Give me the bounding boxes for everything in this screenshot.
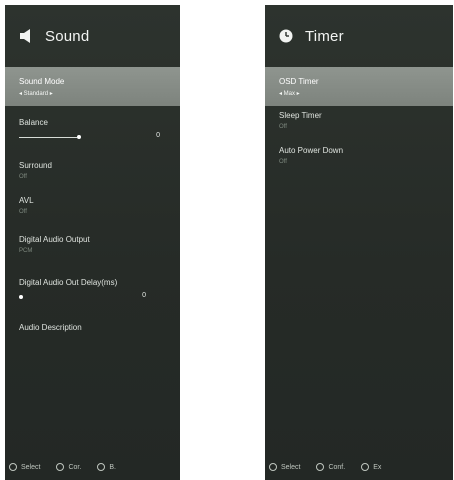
avl-value: Off [19,209,27,215]
back-icon [97,463,106,471]
timer-footer: Select Conf. Ex [265,458,453,476]
balance-label: Balance [19,118,48,127]
sound-header: Sound [5,5,180,67]
select-icon [269,463,277,471]
surround-label: Surround [19,161,52,170]
sound-menu-panel: Sound Sound Mode ◂ Standard ▸ Balance 0 … [5,5,180,480]
osd-timer-value: ◂ Max ▸ [279,91,300,97]
footer-back-label: B. [109,463,116,471]
digital-audio-delay-label: Digital Audio Out Delay(ms) [19,278,118,287]
clock-icon [277,27,295,45]
sleep-timer-item[interactable]: Sleep Timer Off [265,106,453,136]
avl-label: AVL [19,196,34,205]
balance-slider[interactable]: 0 [19,131,180,145]
sound-mode-item[interactable]: Sound Mode ◂ Standard ▸ [5,67,180,106]
auto-power-down-item[interactable]: Auto Power Down Off [265,136,453,171]
footer-confirm-label: Conf. [328,463,346,471]
digital-audio-delay-value: 0 [142,292,146,299]
sound-mode-value: ◂ Standard ▸ [19,91,53,97]
balance-value: 0 [156,132,160,139]
ok-icon [316,463,325,471]
sleep-timer-label: Sleep Timer [279,111,322,120]
balance-slider-track [19,137,77,138]
sound-mode-label: Sound Mode [19,77,65,86]
auto-power-down-label: Auto Power Down [279,146,344,155]
sound-footer: Select Cor. B. [5,458,180,476]
footer-select-label: Select [21,463,41,471]
footer-back-label: Ex [373,463,382,471]
audio-description-item[interactable]: Audio Description [5,311,180,338]
digital-audio-delay-item[interactable]: Digital Audio Out Delay(ms) 0 [5,260,180,311]
auto-power-down-value: Off [279,159,287,165]
digital-audio-output-item[interactable]: Digital Audio Output PCM [5,221,180,260]
digital-audio-output-value: PCM [19,248,33,254]
balance-slider-knob[interactable] [77,135,81,139]
digital-audio-delay-knob[interactable] [19,295,23,299]
audio-description-label: Audio Description [19,323,82,332]
timer-header: Timer [265,5,453,67]
footer-select-label: Select [281,463,301,471]
digital-audio-output-label: Digital Audio Output [19,235,90,244]
footer-confirm-label: Cor. [68,463,82,471]
avl-item[interactable]: AVL Off [5,186,180,221]
surround-item[interactable]: Surround Off [5,151,180,186]
back-icon [361,463,370,471]
timer-menu-panel: Timer OSD Timer ◂ Max ▸ Sleep Timer Off … [265,5,453,480]
surround-value: Off [19,174,27,180]
sleep-timer-value: Off [279,124,287,130]
sound-title: Sound [45,27,90,45]
speaker-icon [17,27,35,45]
select-icon [9,463,17,471]
digital-audio-delay-slider[interactable]: 0 [19,291,180,305]
balance-item[interactable]: Balance 0 [5,106,180,151]
osd-timer-label: OSD Timer [279,77,319,86]
osd-timer-item[interactable]: OSD Timer ◂ Max ▸ [265,67,453,106]
timer-title: Timer [305,27,344,45]
ok-icon [56,463,65,471]
